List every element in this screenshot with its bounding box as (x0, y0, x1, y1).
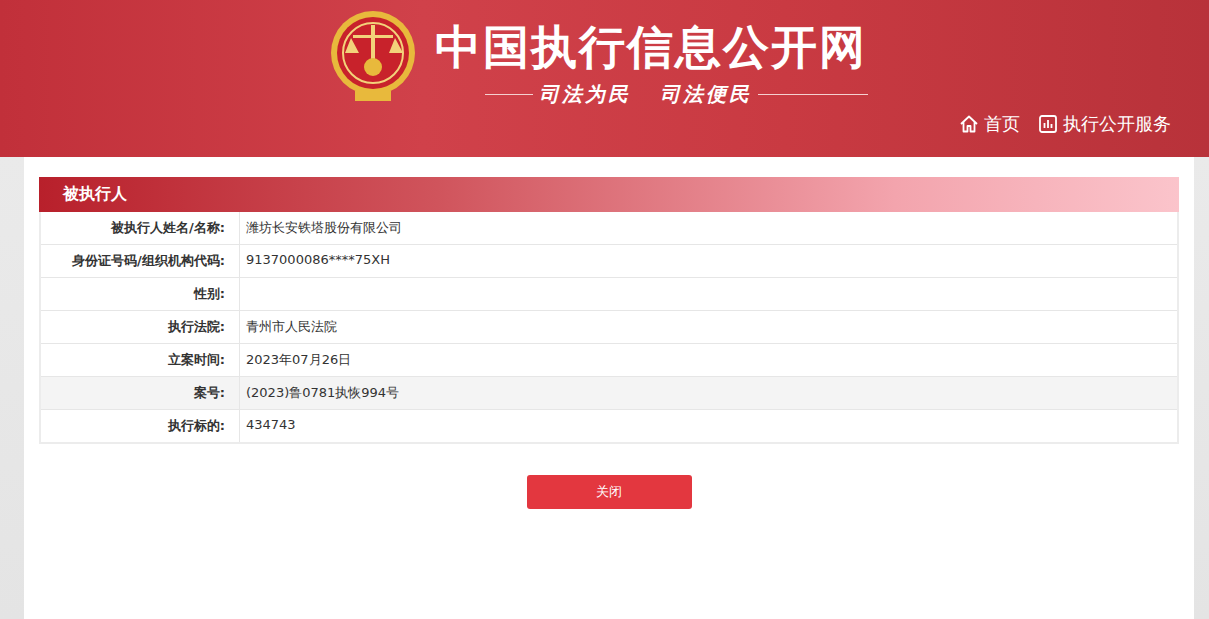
row-value: (2023)鲁0781执恢994号 (240, 377, 1177, 409)
row-label: 执行法院: (41, 311, 240, 343)
table-row: 案号: (2023)鲁0781执恢994号 (41, 377, 1177, 410)
top-nav: 首页 执行公开服务 (0, 112, 1209, 136)
brand-text: 中国执行信息公开网 司法为民 司法便民 (435, 7, 869, 108)
table-row: 执行标的: 434743 (41, 410, 1177, 442)
chart-icon (1038, 114, 1058, 134)
row-label: 案号: (41, 377, 240, 409)
row-label: 被执行人姓名/名称: (41, 212, 240, 244)
brand: 中国执行信息公开网 司法为民 司法便民 (0, 7, 1209, 108)
court-emblem-icon (329, 7, 417, 105)
actions: 关闭 (39, 475, 1179, 509)
row-value: 434743 (240, 410, 1177, 442)
row-label: 性别: (41, 278, 240, 310)
nav-link[interactable]: 执行公开服务 (1038, 112, 1171, 136)
section-header: 被执行人 (39, 177, 1179, 212)
slogan: 司法为民 司法便民 (435, 81, 869, 108)
row-value (240, 278, 1177, 310)
table-row: 身份证号码/组织机构代码: 9137000086****75XH (41, 245, 1177, 278)
row-label: 身份证号码/组织机构代码: (41, 245, 240, 277)
page: 中国执行信息公开网 司法为民 司法便民 首页 执行公开服务 被执行人 被执行人姓… (0, 0, 1209, 619)
table-row: 性别: (41, 278, 1177, 311)
row-label: 立案时间: (41, 344, 240, 376)
nav-link[interactable]: 首页 (959, 112, 1020, 136)
table-row: 被执行人姓名/名称: 潍坊长安铁塔股份有限公司 (41, 212, 1177, 245)
row-value: 9137000086****75XH (240, 245, 1177, 277)
row-value: 青州市人民法院 (240, 311, 1177, 343)
home-icon (959, 114, 979, 134)
table-row: 执行法院: 青州市人民法院 (41, 311, 1177, 344)
slogan-line (758, 94, 868, 95)
detail-table: 被执行人姓名/名称: 潍坊长安铁塔股份有限公司身份证号码/组织机构代码: 913… (39, 212, 1179, 444)
row-label: 执行标的: (41, 410, 240, 442)
row-value: 2023年07月26日 (240, 344, 1177, 376)
row-value: 潍坊长安铁塔股份有限公司 (240, 212, 1177, 244)
site-header: 中国执行信息公开网 司法为民 司法便民 首页 执行公开服务 (0, 0, 1209, 157)
content-panel: 被执行人 被执行人姓名/名称: 潍坊长安铁塔股份有限公司身份证号码/组织机构代码… (24, 157, 1194, 619)
close-button[interactable]: 关闭 (527, 475, 692, 509)
slogan-line (485, 94, 533, 95)
site-title: 中国执行信息公开网 (435, 19, 869, 75)
table-row: 立案时间: 2023年07月26日 (41, 344, 1177, 377)
